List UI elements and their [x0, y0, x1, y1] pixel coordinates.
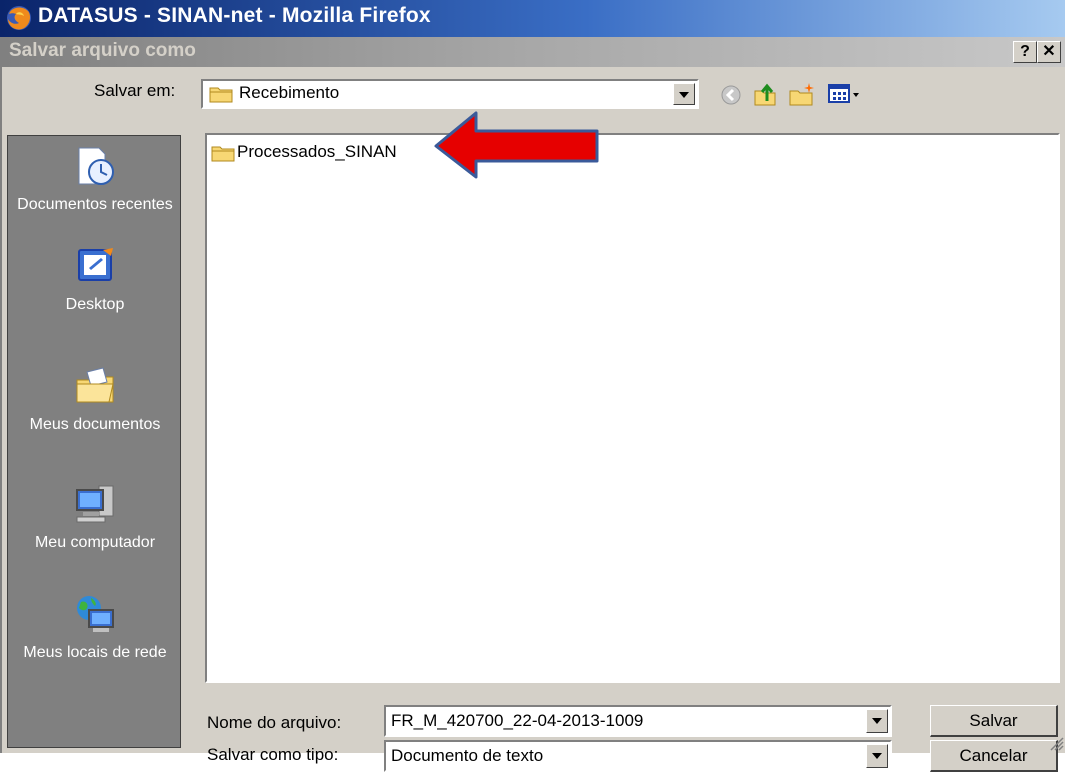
save-as-dialog: Salvar arquivo como ? ✕ Salvar em: Receb…: [0, 37, 1065, 772]
filetype-dropdown-arrow[interactable]: [866, 744, 888, 768]
network-places-icon: [77, 596, 114, 632]
browser-title-bar: DATASUS - SINAN-net - Mozilla Firefox: [0, 0, 1065, 37]
save-in-dropdown[interactable]: Recebimento: [201, 79, 699, 109]
back-icon[interactable]: [720, 84, 742, 106]
place-label: Meu computador: [34, 534, 156, 551]
cancel-button[interactable]: Cancelar: [930, 740, 1058, 772]
dialog-title: Salvar arquivo como: [9, 40, 196, 61]
view-menu-icon[interactable]: [828, 83, 862, 105]
save-in-dropdown-arrow[interactable]: [673, 83, 695, 105]
filename-input[interactable]: FR_M_420700_22-04-2013-1009: [384, 705, 892, 737]
browser-window-title: DATASUS - SINAN-net - Mozilla Firefox: [38, 4, 431, 27]
places-bar: Documentos recentes Desktop Meus documen…: [7, 135, 181, 748]
save-in-value: Recebimento: [239, 83, 340, 102]
dialog-title-bar: Salvar arquivo como ? ✕: [2, 37, 1065, 67]
list-item[interactable]: Processados_SINAN: [211, 141, 441, 165]
annotation-arrow-icon: [434, 111, 599, 179]
save-in-label: Salvar em:: [94, 81, 176, 100]
place-desktop[interactable]: Desktop: [8, 246, 182, 314]
filename-dropdown-arrow[interactable]: [866, 709, 888, 733]
filetype-select[interactable]: Documento de texto: [384, 740, 892, 772]
place-recent-documents[interactable]: Documentos recentes: [8, 146, 182, 214]
filetype-value: Documento de texto: [391, 746, 544, 765]
place-label: Desktop: [65, 296, 125, 313]
list-item-name: Processados_SINAN: [237, 142, 397, 161]
close-button[interactable]: ✕: [1037, 41, 1061, 63]
folder-icon: [211, 146, 235, 162]
filetype-label: Salvar como tipo:: [207, 745, 339, 764]
recent-documents-icon: [78, 147, 114, 185]
place-label: Meus locais de rede: [23, 644, 167, 661]
my-computer-icon: [76, 485, 114, 523]
my-documents-icon: [76, 367, 114, 403]
folder-icon: [209, 87, 233, 103]
new-folder-icon[interactable]: [788, 81, 816, 107]
filename-label: Nome do arquivo:: [207, 713, 342, 732]
place-label: Meus documentos: [29, 416, 161, 433]
file-list[interactable]: Processados_SINAN: [205, 133, 1060, 683]
place-my-documents[interactable]: Meus documentos: [8, 366, 182, 434]
place-my-computer[interactable]: Meu computador: [8, 484, 182, 552]
help-button[interactable]: ?: [1013, 41, 1037, 63]
firefox-logo-icon: [7, 6, 31, 30]
save-button[interactable]: Salvar: [930, 705, 1058, 737]
filename-value: FR_M_420700_22-04-2013-1009: [391, 711, 644, 730]
up-one-level-icon[interactable]: [752, 81, 778, 107]
place-label: Documentos recentes: [17, 196, 173, 213]
desktop-icon: [78, 248, 113, 281]
place-network[interactable]: Meus locais de rede: [8, 594, 182, 662]
resize-grip-icon[interactable]: [1050, 737, 1064, 751]
